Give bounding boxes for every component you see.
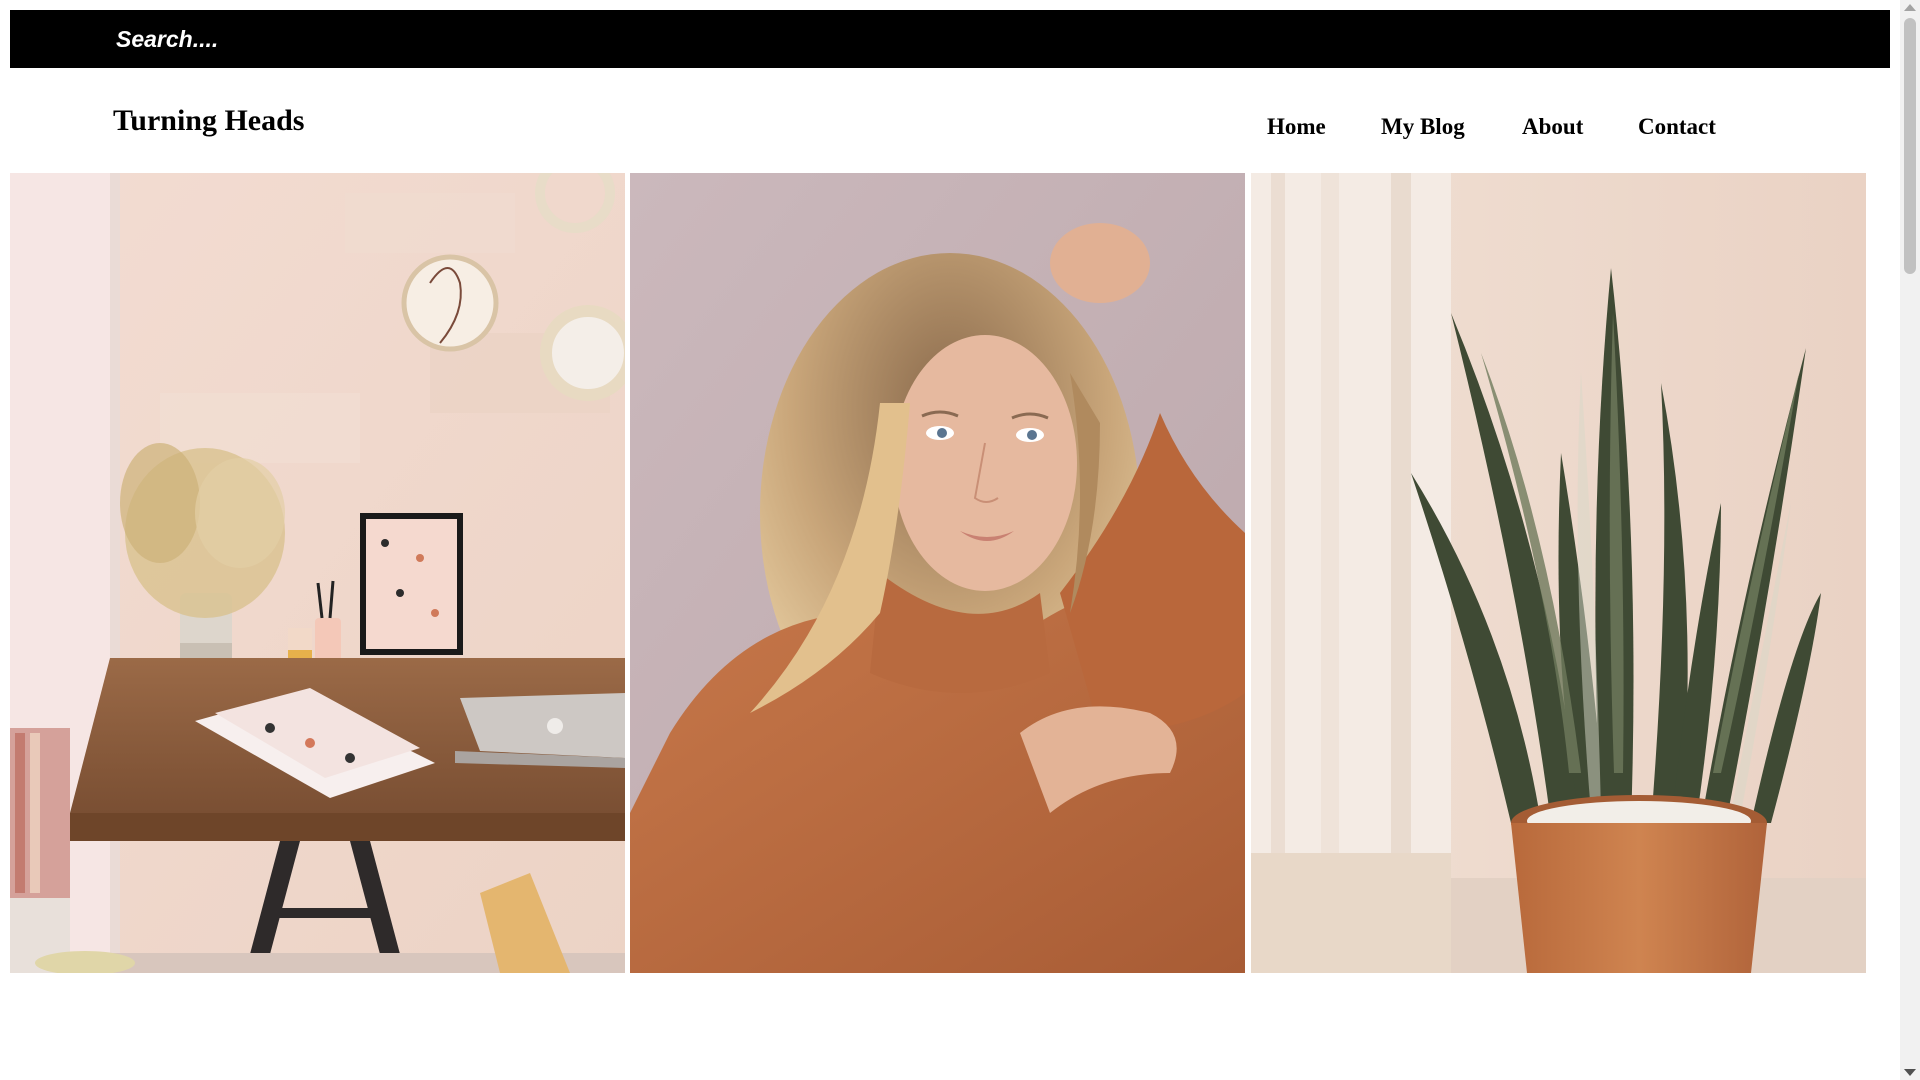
photo-workspace[interactable] [10,173,625,973]
nav-home[interactable]: Home [1267,112,1326,142]
plant-image [1251,173,1866,973]
photo-plant[interactable] [1251,173,1866,973]
browser-viewport: Turning Heads Home My Blog About Contact [0,0,1920,1080]
top-bar [10,10,1890,68]
nav-contact[interactable]: Contact [1638,112,1716,142]
page-scrollbar[interactable] [1900,0,1920,1080]
search-input[interactable] [116,22,436,56]
nav-my-blog[interactable]: My Blog [1381,112,1465,142]
scroll-thumb[interactable] [1904,18,1916,274]
photo-portrait[interactable] [630,173,1245,973]
site-header: Turning Heads Home My Blog About Contact [10,68,1890,172]
scroll-up-icon[interactable] [1904,4,1916,11]
portrait-image [630,173,1245,973]
page: Turning Heads Home My Blog About Contact [10,10,1890,1080]
scroll-down-icon[interactable] [1904,1069,1916,1076]
main-nav: Home My Blog About Contact [10,112,1890,142]
workspace-image [10,173,625,973]
nav-about[interactable]: About [1522,112,1583,142]
photo-gallery [10,173,1867,973]
